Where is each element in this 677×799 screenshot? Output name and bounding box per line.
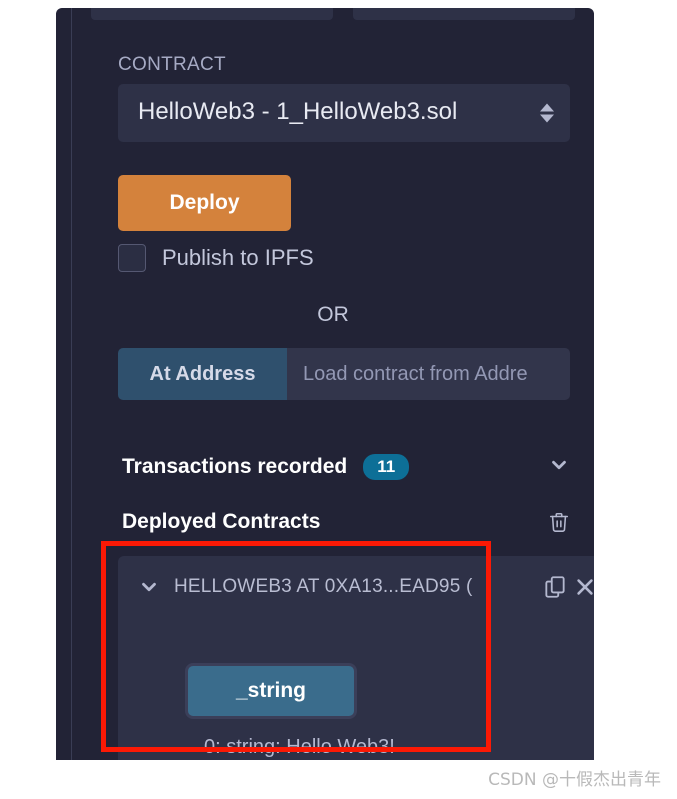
at-address-group: At Address	[118, 348, 570, 400]
clipped-input-top-right[interactable]	[353, 8, 575, 20]
chevron-down-icon[interactable]	[138, 576, 160, 598]
deployed-contracts-title: Deployed Contracts	[122, 510, 321, 533]
publish-to-ipfs-label: Publish to IPFS	[162, 245, 314, 270]
deploy-button[interactable]: Deploy	[118, 175, 291, 231]
or-divider-label: OR	[317, 303, 349, 326]
watermark-text: CSDN @十假杰出青年	[488, 770, 661, 790]
publish-to-ipfs-checkbox[interactable]	[118, 244, 146, 272]
publish-to-ipfs-row[interactable]: Publish to IPFS	[118, 244, 314, 272]
contract-select[interactable]: HelloWeb3 - 1_HelloWeb3.sol	[118, 84, 570, 142]
at-address-input[interactable]	[287, 348, 570, 400]
contract-section-label: CONTRACT	[118, 54, 226, 75]
sort-arrows-icon	[540, 103, 554, 123]
deployed-contract-instance: HELLOWEB3 AT 0XA13...EAD95 (M _string 0:…	[118, 556, 594, 760]
contract-select-value: HelloWeb3 - 1_HelloWeb3.sol	[138, 98, 458, 125]
string-getter-button[interactable]: _string	[185, 663, 357, 719]
remix-ide-window: CONTRACT HelloWeb3 - 1_HelloWeb3.sol Dep…	[0, 0, 677, 760]
transactions-recorded-label: Transactions recorded	[122, 455, 348, 478]
transactions-recorded-row[interactable]: Transactions recorded 11	[122, 451, 570, 483]
deployed-contracts-header: Deployed Contracts	[122, 507, 570, 537]
transactions-recorded-badge: 11	[363, 454, 410, 480]
trash-icon[interactable]	[548, 510, 570, 534]
copy-icon[interactable]	[542, 573, 568, 601]
deployed-contract-header[interactable]: HELLOWEB3 AT 0XA13...EAD95 (M	[118, 556, 594, 618]
string-getter-result: 0: string: Hello Web3!	[204, 736, 395, 758]
deployed-contract-title: HELLOWEB3 AT 0XA13...EAD95 (M	[174, 576, 474, 597]
at-address-button[interactable]: At Address	[118, 348, 287, 400]
panel-left-gutter	[56, 8, 72, 760]
close-icon[interactable]	[574, 576, 594, 598]
deploy-and-run-panel: CONTRACT HelloWeb3 - 1_HelloWeb3.sol Dep…	[72, 8, 594, 760]
clipped-input-top-left[interactable]	[91, 8, 333, 20]
chevron-down-icon[interactable]	[548, 454, 570, 481]
